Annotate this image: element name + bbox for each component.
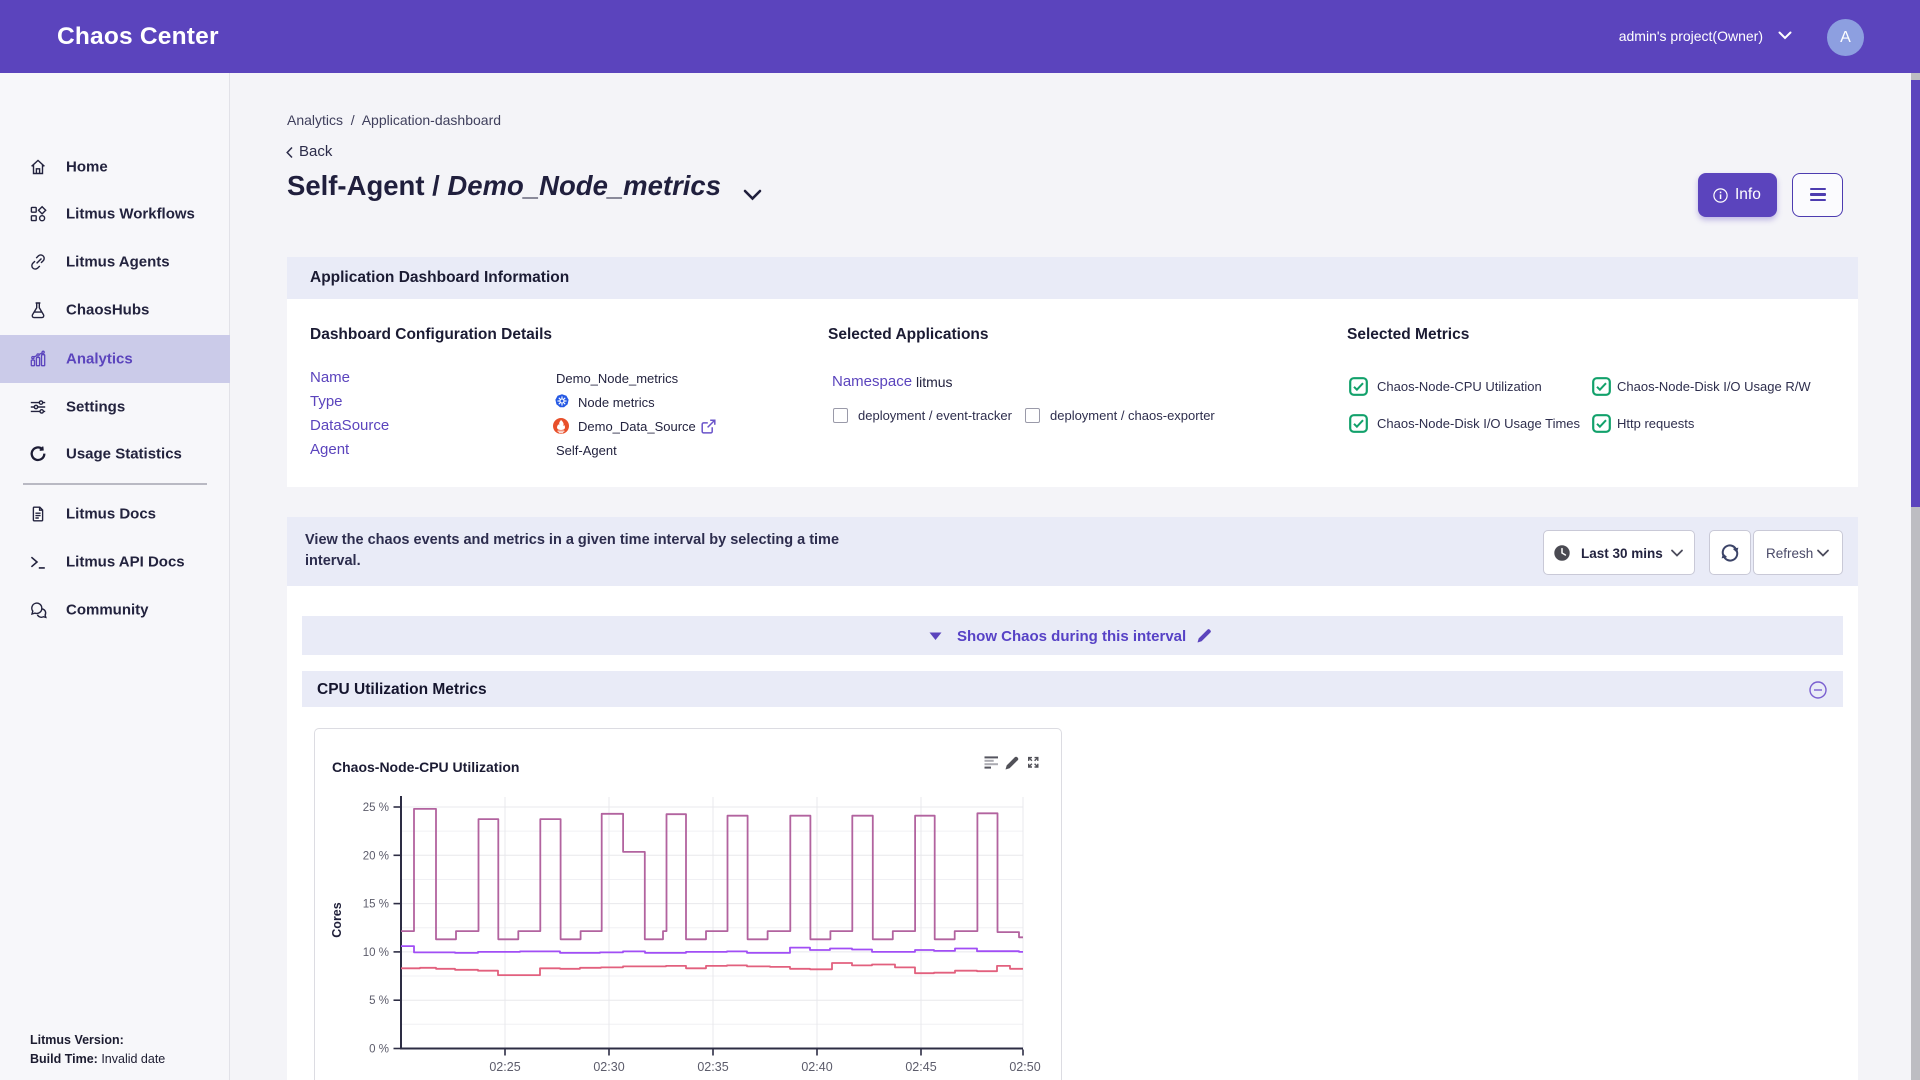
svg-text:02:35: 02:35 <box>697 1060 728 1074</box>
svg-text:5 %: 5 % <box>369 995 389 1007</box>
svg-text:25 %: 25 % <box>363 802 389 814</box>
svg-text:02:25: 02:25 <box>489 1060 520 1074</box>
svg-text:0 %: 0 % <box>369 1044 389 1056</box>
svg-text:10 %: 10 % <box>363 947 389 959</box>
svg-text:02:50: 02:50 <box>1009 1060 1040 1074</box>
svg-text:20 %: 20 % <box>363 850 389 862</box>
svg-text:02:30: 02:30 <box>593 1060 624 1074</box>
svg-text:Cores: Cores <box>330 902 344 937</box>
svg-text:02:45: 02:45 <box>905 1060 936 1074</box>
svg-text:15 %: 15 % <box>363 899 389 911</box>
svg-text:02:40: 02:40 <box>801 1060 832 1074</box>
